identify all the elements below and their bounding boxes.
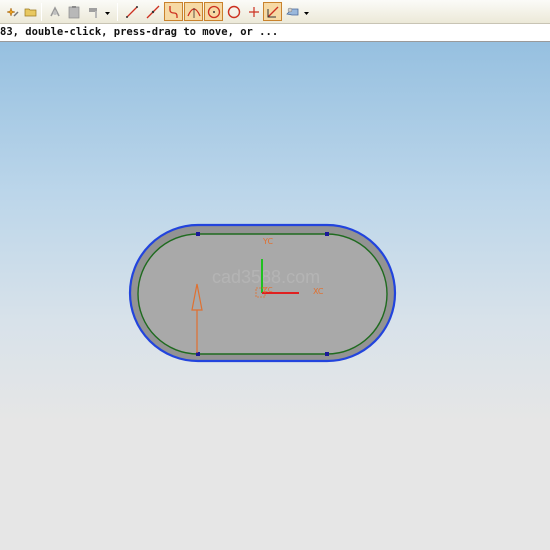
toolbar-separator (41, 3, 42, 21)
xc-label: XC (313, 287, 324, 296)
circle-icon[interactable] (224, 2, 243, 21)
clipboard-icon[interactable] (64, 2, 83, 21)
hammer-icon[interactable] (84, 2, 103, 21)
constraint-icon[interactable] (283, 2, 302, 21)
sparkle-pencil-icon[interactable] (2, 2, 21, 21)
folder-icon[interactable] (21, 2, 40, 21)
control-point[interactable] (196, 232, 200, 236)
toolbar (0, 0, 550, 24)
watermark-text: cad3588.com (212, 267, 320, 287)
fillet-arc-icon[interactable] (164, 2, 183, 21)
zc-label: ZC (263, 286, 273, 294)
toolbar-separator (117, 3, 118, 21)
quick-trim-icon[interactable] (263, 2, 282, 21)
arc-center-icon[interactable] (204, 2, 223, 21)
arc-three-point-icon[interactable] (184, 2, 203, 21)
graphics-viewport[interactable]: cad3588.com YC XC ZC (0, 42, 550, 550)
transform-icon[interactable] (45, 2, 64, 21)
chevron-down-icon[interactable] (104, 8, 111, 18)
line-through-point-icon[interactable] (143, 2, 162, 21)
point-icon[interactable] (244, 2, 263, 21)
cue-line: 83, double-click, press-drag to move, or… (0, 24, 550, 42)
yc-label: YC (262, 237, 273, 246)
sketch-svg[interactable]: cad3588.com YC XC ZC (0, 42, 550, 550)
chevron-down-icon[interactable] (303, 8, 310, 18)
control-point[interactable] (325, 232, 329, 236)
line-icon[interactable] (122, 2, 141, 21)
control-point[interactable] (325, 352, 329, 356)
